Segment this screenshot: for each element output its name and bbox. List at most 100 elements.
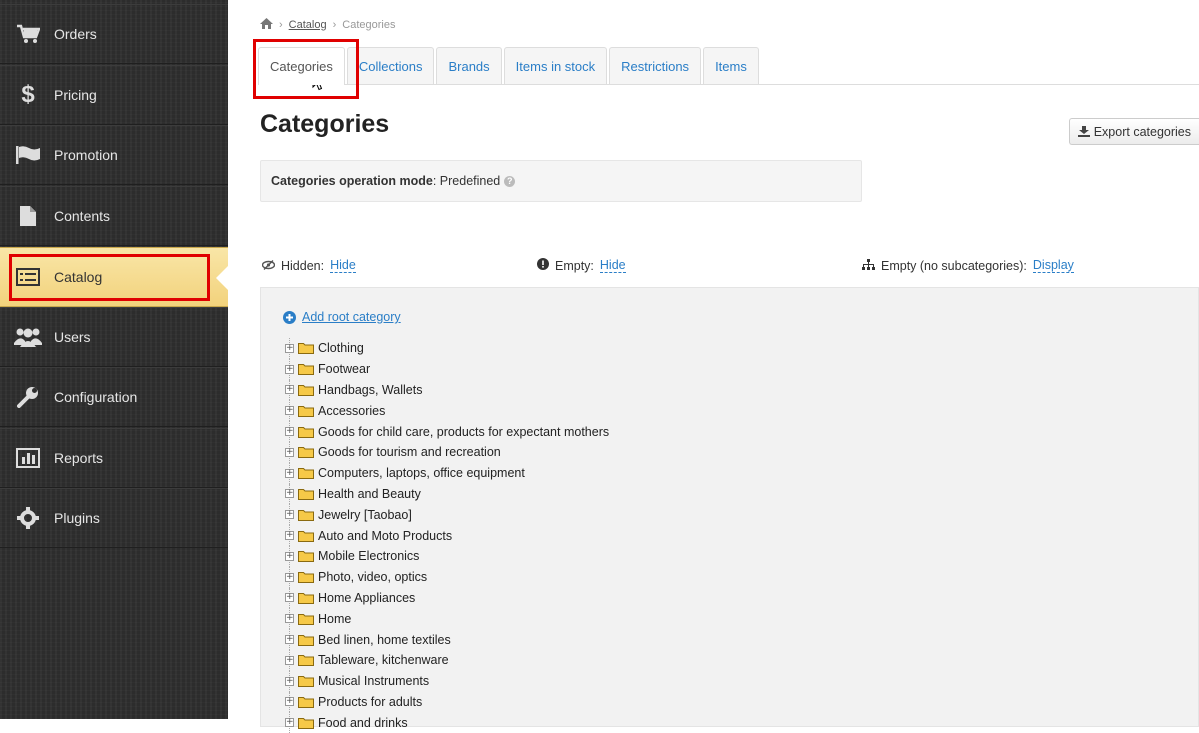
- tree-node-label[interactable]: Mobile Electronics: [318, 549, 419, 563]
- tree-node-label[interactable]: Photo, video, optics: [318, 570, 427, 584]
- main-content: › Catalog › Categories Categories Collec…: [228, 0, 1199, 733]
- expand-icon[interactable]: +: [285, 676, 294, 686]
- tree-node[interactable]: + Bed linen, home textiles: [285, 629, 609, 650]
- tree-node[interactable]: + Home: [285, 608, 609, 629]
- tree-node-label[interactable]: Goods for child care, products for expec…: [318, 425, 609, 439]
- tab-items-in-stock[interactable]: Items in stock: [503, 47, 608, 84]
- filter-hidden: Hidden: Hide: [261, 258, 356, 273]
- tree-node-label[interactable]: Clothing: [318, 341, 364, 355]
- tree-node-label[interactable]: Products for adults: [318, 695, 422, 709]
- exclamation-circle-icon: [537, 258, 549, 273]
- tab-items[interactable]: Items: [703, 47, 759, 84]
- tree-node-label[interactable]: Musical Instruments: [318, 674, 429, 688]
- nav-promotion[interactable]: Promotion: [0, 125, 228, 185]
- filter-empty-label: Empty:: [555, 258, 594, 273]
- tree-node[interactable]: + Health and Beauty: [285, 483, 609, 505]
- tree-node[interactable]: + Home Appliances: [285, 587, 609, 609]
- add-root-category-link[interactable]: Add root category: [283, 310, 401, 324]
- tree-node[interactable]: + Tableware, kitchenware: [285, 649, 609, 671]
- nav-catalog[interactable]: Catalog: [0, 247, 228, 307]
- expand-icon[interactable]: +: [285, 718, 294, 728]
- filter-no-subcategories: Empty (no subcategories): Display: [862, 258, 1074, 273]
- folder-icon: [298, 676, 314, 688]
- folder-icon: [298, 447, 314, 459]
- tree-node-label[interactable]: Handbags, Wallets: [318, 383, 422, 397]
- nav-label: Configuration: [54, 389, 138, 405]
- tree-node[interactable]: + Musical Instruments: [285, 670, 609, 692]
- expand-icon[interactable]: +: [285, 614, 294, 624]
- tree-node[interactable]: + Food and drinks: [285, 712, 609, 733]
- nav-configuration[interactable]: Configuration: [0, 367, 228, 427]
- nav-contents[interactable]: Contents: [0, 186, 228, 246]
- tree-node-label[interactable]: Computers, laptops, office equipment: [318, 466, 525, 480]
- list-icon: [14, 265, 42, 289]
- tree-node-label[interactable]: Auto and Moto Products: [318, 529, 452, 543]
- expand-icon[interactable]: +: [285, 447, 294, 457]
- folder-icon: [298, 634, 314, 646]
- tree-node[interactable]: + Goods for child care, products for expe…: [285, 421, 609, 442]
- nav-orders[interactable]: Orders: [0, 4, 228, 64]
- expand-icon[interactable]: +: [285, 385, 294, 395]
- file-icon: [14, 204, 42, 228]
- home-icon[interactable]: [260, 17, 273, 32]
- tree-node[interactable]: + Footwear: [285, 358, 609, 380]
- folder-icon: [298, 696, 314, 708]
- tree-node-label[interactable]: Home Appliances: [318, 591, 415, 605]
- breadcrumb-link-catalog[interactable]: Catalog: [289, 19, 327, 31]
- tree-node-label[interactable]: Accessories: [318, 404, 385, 418]
- help-icon[interactable]: ?: [504, 175, 516, 187]
- nav-users[interactable]: Users: [0, 307, 228, 367]
- tree-node-label[interactable]: Goods for tourism and recreation: [318, 445, 501, 459]
- tree-node-label[interactable]: Jewelry [Taobao]: [318, 508, 412, 522]
- tab-collections[interactable]: Collections: [346, 47, 435, 84]
- expand-icon[interactable]: +: [285, 489, 294, 499]
- nav-reports[interactable]: Reports: [0, 428, 228, 488]
- filter-nosub-toggle[interactable]: Display: [1032, 258, 1074, 273]
- tree-node[interactable]: + Mobile Electronics: [285, 545, 609, 567]
- category-tree: + Clothing + Footwear + Handbags, Wallets + Acc…: [285, 338, 609, 733]
- expand-icon[interactable]: +: [285, 593, 294, 603]
- tab-brands[interactable]: Brands: [436, 47, 502, 84]
- tree-node[interactable]: + Accessories: [285, 400, 609, 421]
- expand-icon[interactable]: +: [285, 531, 294, 541]
- tree-node[interactable]: + Products for adults: [285, 691, 609, 713]
- export-categories-button[interactable]: Export categories: [1068, 118, 1199, 145]
- tree-node[interactable]: + Photo, video, optics: [285, 566, 609, 588]
- expand-icon[interactable]: +: [285, 572, 294, 582]
- expand-icon[interactable]: +: [285, 697, 294, 707]
- tree-node-label[interactable]: Health and Beauty: [318, 487, 421, 501]
- tree-node-label[interactable]: Bed linen, home textiles: [318, 633, 451, 647]
- tab-restrictions[interactable]: Restrictions: [609, 47, 702, 84]
- tree-node-label[interactable]: Tableware, kitchenware: [318, 653, 449, 667]
- expand-icon[interactable]: +: [285, 427, 294, 437]
- nav-pricing[interactable]: $ Pricing: [0, 65, 228, 125]
- expand-icon[interactable]: +: [285, 510, 294, 520]
- expand-icon[interactable]: +: [285, 635, 294, 645]
- folder-icon: [298, 488, 314, 500]
- expand-icon[interactable]: +: [285, 655, 294, 665]
- tree-node[interactable]: + Handbags, Wallets: [285, 379, 609, 401]
- expand-icon[interactable]: +: [285, 468, 294, 478]
- wrench-icon: [14, 385, 42, 409]
- expand-icon[interactable]: +: [285, 406, 294, 416]
- folder-icon: [298, 572, 314, 584]
- expand-icon[interactable]: +: [285, 364, 294, 374]
- filter-empty-toggle[interactable]: Hide: [599, 258, 626, 273]
- nav-plugins[interactable]: Plugins: [0, 488, 228, 548]
- tab-categories[interactable]: Categories: [258, 47, 345, 85]
- tree-node-label[interactable]: Food and drinks: [318, 716, 408, 730]
- expand-icon[interactable]: +: [285, 343, 294, 353]
- filter-hidden-toggle[interactable]: Hide: [330, 258, 356, 273]
- expand-icon[interactable]: +: [285, 551, 294, 561]
- eye-slash-icon: [261, 259, 276, 273]
- tree-node-label[interactable]: Footwear: [318, 362, 370, 376]
- folder-icon: [298, 468, 314, 480]
- nav-label: Promotion: [54, 147, 118, 163]
- tree-node-label[interactable]: Home: [318, 612, 351, 626]
- tree-node[interactable]: + Auto and Moto Products: [285, 525, 609, 546]
- folder-icon: [298, 655, 314, 667]
- tree-node[interactable]: + Computers, laptops, office equipment: [285, 462, 609, 484]
- tree-node[interactable]: + Clothing: [285, 338, 609, 359]
- tree-node[interactable]: + Jewelry [Taobao]: [285, 504, 609, 525]
- tree-node[interactable]: + Goods for tourism and recreation: [285, 441, 609, 463]
